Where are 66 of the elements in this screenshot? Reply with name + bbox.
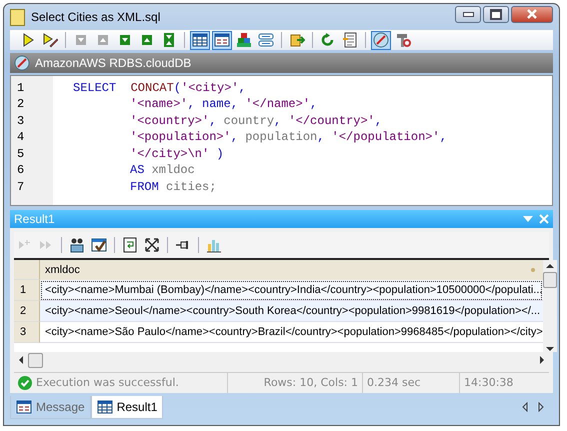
line-number: 1 [16,80,26,95]
line-number: 6 [16,163,26,178]
sort-dot-icon [530,268,535,272]
form-icon [16,398,32,415]
line-number: 4 [16,130,26,144]
execution-time: 0.234 sec [367,376,421,390]
compass-icon [373,32,389,48]
code-line: SELECT CONCAT('<city>', [72,80,246,95]
table-cell[interactable]: <city><name>Seoul</name><country>South Korea</country><population>9981619</population></... [40,300,543,322]
line-number: 2 [16,97,26,112]
restore-button[interactable] [483,6,509,23]
minimize-button[interactable] [455,6,481,23]
tab[interactable]: Message [10,396,91,420]
row-number: 1 [14,280,40,301]
toolbar-button[interactable] [234,30,254,50]
line-number: 7 [16,180,26,194]
panel-title: Result1 [14,212,55,226]
toolbar-button[interactable] [190,30,210,50]
close-icon [526,9,538,20]
code-line: '<name>', name, '</name>', [129,97,318,112]
scroll-thumb[interactable] [542,272,557,288]
blocks-icon [236,32,252,48]
line-number: 3 [16,114,26,128]
form-icon [214,32,230,48]
scroll-left-icon[interactable] [521,402,529,412]
connection-name: AmazonAWS RDBS.cloudDB [35,56,192,70]
toolbar-button[interactable] [212,30,232,50]
scroll-up-icon[interactable] [546,262,554,269]
status-time: 14:30:38 [464,376,514,390]
list-icon [258,32,274,48]
compass-icon [14,54,30,71]
code-line: FROM cities; [129,180,216,194]
status-message: Execution was successful. [36,376,179,390]
scroll-down-icon[interactable] [546,346,554,352]
close-button[interactable] [511,6,553,23]
code-line: '</city>\n' ) [129,146,224,161]
vertical-scrollbar[interactable] [542,260,557,352]
table-cell[interactable]: <city><name>São Paulo</name><country>Brazil</country><population>9968485</population></city> [40,322,543,343]
export-arrow-icon [289,32,305,48]
scroll-left-icon[interactable] [18,356,24,364]
people-icon [69,236,85,253]
close-icon[interactable] [539,214,549,224]
expand-icon [144,236,160,253]
row-number: 2 [14,300,40,322]
table-cell[interactable]: <city><name>Mumbai (Bombay)</name><country>India</country><population>10500000</populati... [40,280,543,301]
scroll-right-icon[interactable] [539,356,545,364]
tab[interactable]: Result1 [90,396,164,420]
tools-icon [395,32,411,48]
column-title: xmldoc [45,264,80,276]
grid-icon [192,32,208,48]
scroll-right-icon[interactable] [537,402,545,412]
code-line: AS xmldoc [129,163,195,178]
play-pencil-icon [42,32,58,48]
window-title: Select Cities as XML.sql [31,10,162,24]
code-line: '<population>', population, '</population>', [129,130,447,144]
document-icon [342,32,358,48]
check-icon [91,236,107,253]
scroll-thumb[interactable] [28,352,43,368]
row-count: Rows: 10, Cols: 1 [264,376,358,390]
up-down-square-icon [161,32,177,48]
row-number: 3 [14,322,40,343]
refresh-icon [320,32,336,48]
success-check-icon [18,376,32,390]
grid-icon [96,398,113,415]
line-number: 5 [16,146,26,161]
code-line: '<country>', country, '</country>', [129,114,382,128]
